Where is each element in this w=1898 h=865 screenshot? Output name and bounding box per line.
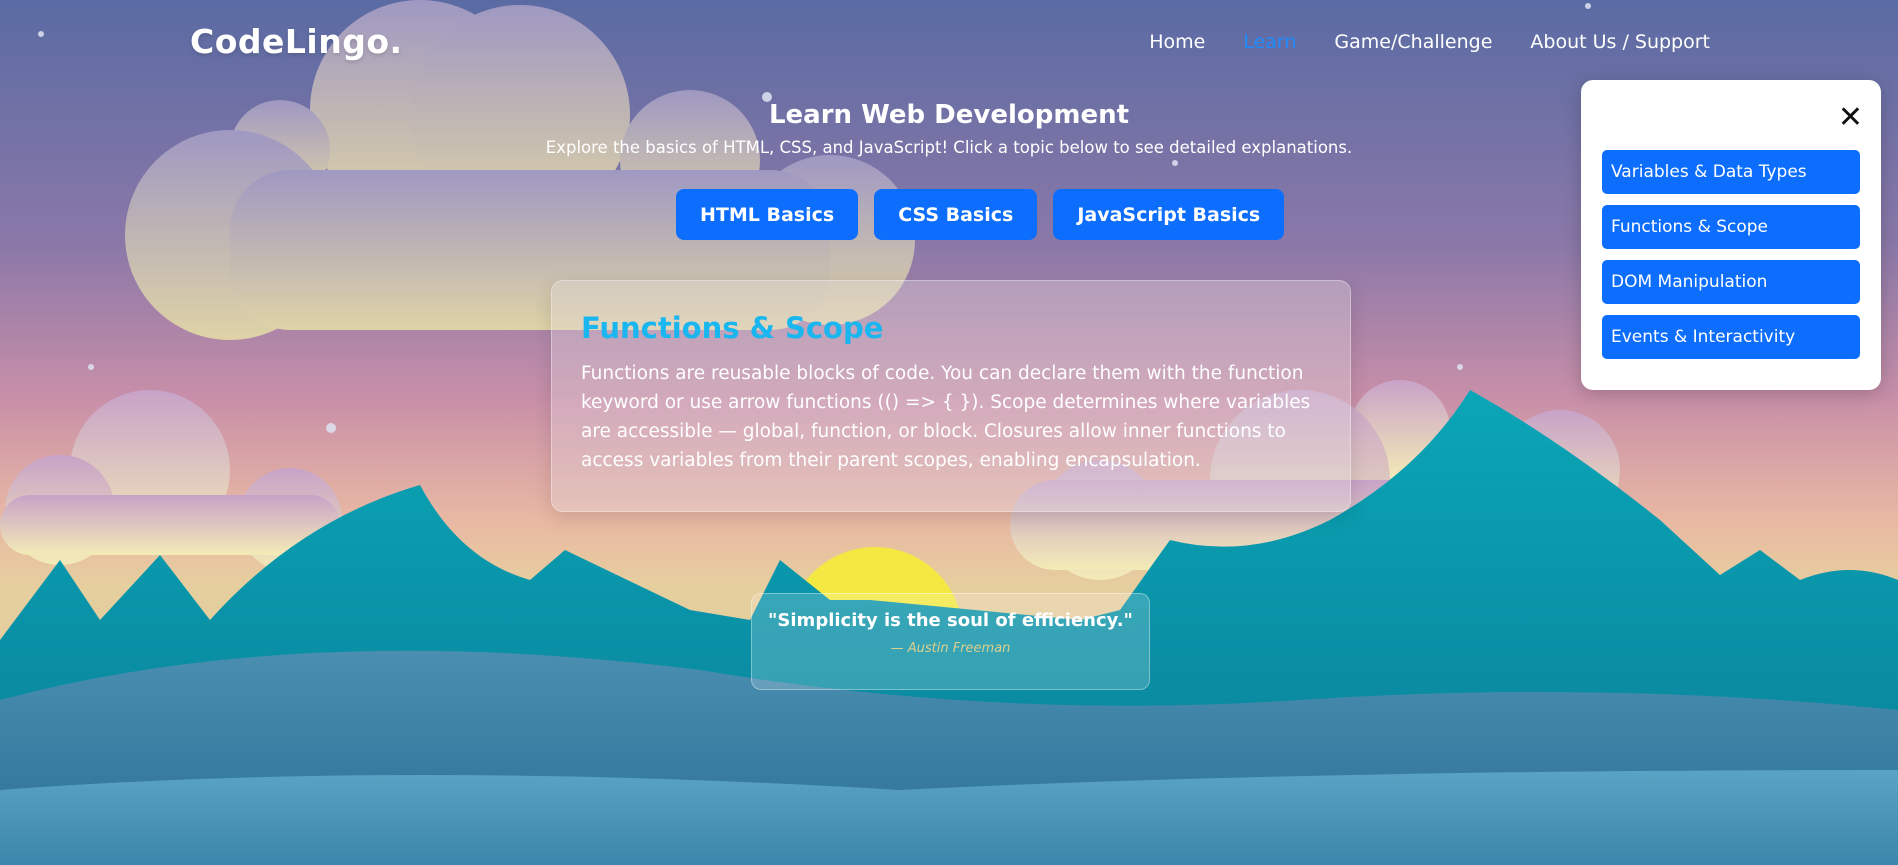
css-basics-button[interactable]: CSS Basics <box>874 189 1038 240</box>
panel-item-events[interactable]: Events & Interactivity <box>1602 315 1860 359</box>
top-navbar: CodeLingo. Home Learn Game/Challenge Abo… <box>0 0 1898 88</box>
panel-item-variables[interactable]: Variables & Data Types <box>1602 150 1860 194</box>
left-cloud <box>0 390 342 572</box>
nav-about-support[interactable]: About Us / Support <box>1530 31 1710 53</box>
topic-buttons: HTML Basics CSS Basics JavaScript Basics <box>676 189 1285 240</box>
main-menu: Home Learn Game/Challenge About Us / Sup… <box>1149 31 1710 53</box>
nav-learn[interactable]: Learn <box>1243 31 1296 53</box>
nav-game-challenge[interactable]: Game/Challenge <box>1334 31 1492 53</box>
nav-home[interactable]: Home <box>1149 31 1205 53</box>
quote-box: "Simplicity is the soul of efficiency." … <box>751 593 1150 690</box>
card-title: Functions & Scope <box>581 311 884 345</box>
quote-author: — Austin Freeman <box>890 641 1011 656</box>
content-card: Functions & Scope Functions are reusable… <box>551 280 1351 512</box>
logo[interactable]: CodeLingo. <box>190 22 403 61</box>
quote-text: "Simplicity is the soul of efficiency." <box>768 610 1133 631</box>
javascript-basics-button[interactable]: JavaScript Basics <box>1053 189 1285 240</box>
panel-list: Variables & Data Types Functions & Scope… <box>1602 150 1860 370</box>
panel-item-dom[interactable]: DOM Manipulation <box>1602 260 1860 304</box>
card-body: Functions are reusable blocks of code. Y… <box>581 363 1311 471</box>
panel-item-functions[interactable]: Functions & Scope <box>1602 205 1860 249</box>
html-basics-button[interactable]: HTML Basics <box>676 189 859 240</box>
side-panel: ✕ Variables & Data Types Functions & Sco… <box>1581 80 1881 390</box>
close-icon[interactable]: ✕ <box>1838 100 1863 135</box>
